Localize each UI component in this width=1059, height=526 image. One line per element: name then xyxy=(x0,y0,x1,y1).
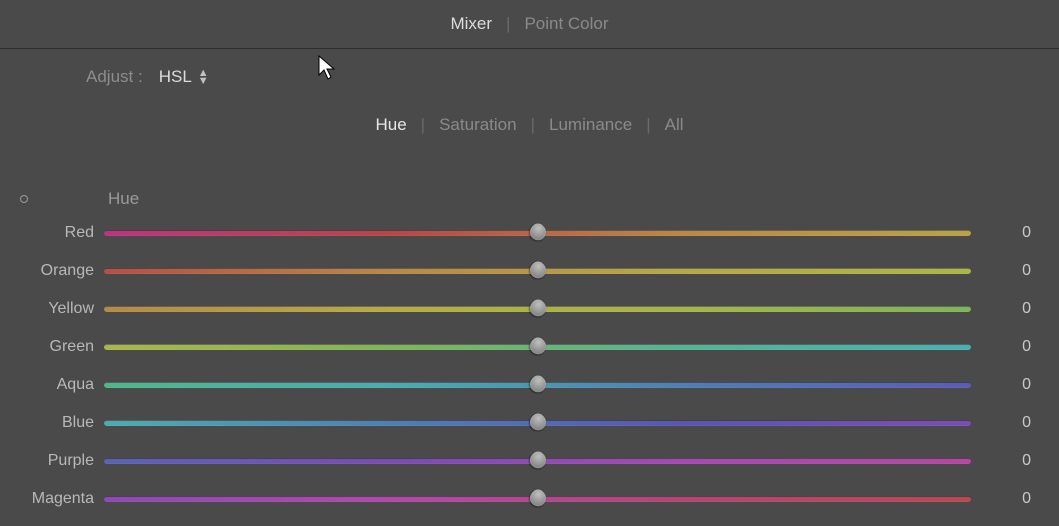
slider-label: Blue xyxy=(0,414,104,432)
slider-label: Yellow xyxy=(0,300,104,318)
adjust-label: Adjust : xyxy=(86,67,143,87)
sub-tabs: Hue | Saturation | Luminance | All xyxy=(0,105,1059,145)
slider-label: Magenta xyxy=(0,490,104,508)
slider-track[interactable] xyxy=(104,268,971,274)
slider-row-magenta: Magenta 0 xyxy=(0,489,1031,509)
slider-row-aqua: Aqua 0 xyxy=(0,375,1031,395)
slider-handle[interactable] xyxy=(526,411,549,434)
slider-track[interactable] xyxy=(104,230,971,236)
tab-separator: | xyxy=(421,115,425,135)
slider-handle[interactable] xyxy=(526,373,549,396)
section-title: Hue xyxy=(108,189,139,209)
slider-track[interactable] xyxy=(104,382,971,388)
tab-separator: | xyxy=(531,115,535,135)
slider-label: Red xyxy=(0,224,104,242)
adjust-dropdown[interactable]: HSL ▲▼ xyxy=(159,67,209,87)
slider-value[interactable]: 0 xyxy=(971,376,1031,394)
subtab-luminance[interactable]: Luminance xyxy=(549,115,632,135)
slider-value[interactable]: 0 xyxy=(971,300,1031,318)
slider-value[interactable]: 0 xyxy=(971,262,1031,280)
subtab-hue[interactable]: Hue xyxy=(375,115,406,135)
slider-handle[interactable] xyxy=(526,487,549,510)
slider-handle[interactable] xyxy=(526,259,549,282)
slider-value[interactable]: 0 xyxy=(971,338,1031,356)
tab-point-color[interactable]: Point Color xyxy=(524,14,608,34)
slider-label: Aqua xyxy=(0,376,104,394)
slider-handle[interactable] xyxy=(526,297,549,320)
slider-track[interactable] xyxy=(104,344,971,350)
slider-group: Red0Orange0Yellow0Green0Aqua0Blue0Purple… xyxy=(0,213,1059,509)
slider-label: Purple xyxy=(0,452,104,470)
slider-label: Green xyxy=(0,338,104,356)
chevron-updown-icon: ▲▼ xyxy=(198,69,209,85)
slider-track[interactable] xyxy=(104,306,971,312)
adjust-value: HSL xyxy=(159,67,192,87)
top-tabs: Mixer | Point Color xyxy=(0,0,1059,49)
section-header: Hue xyxy=(0,185,1059,213)
slider-value[interactable]: 0 xyxy=(971,414,1031,432)
slider-track[interactable] xyxy=(104,458,971,464)
subtab-saturation[interactable]: Saturation xyxy=(439,115,517,135)
slider-handle[interactable] xyxy=(526,335,549,358)
tab-mixer[interactable]: Mixer xyxy=(450,14,492,34)
slider-value[interactable]: 0 xyxy=(971,490,1031,508)
slider-handle[interactable] xyxy=(526,221,549,244)
targeted-adjustment-icon[interactable] xyxy=(20,195,28,203)
subtab-all[interactable]: All xyxy=(665,115,684,135)
slider-track[interactable] xyxy=(104,496,971,502)
slider-row-blue: Blue 0 xyxy=(0,413,1031,433)
slider-value[interactable]: 0 xyxy=(971,224,1031,242)
slider-row-yellow: Yellow 0 xyxy=(0,299,1031,319)
slider-handle[interactable] xyxy=(526,449,549,472)
slider-value[interactable]: 0 xyxy=(971,452,1031,470)
adjust-row: Adjust : HSL ▲▼ xyxy=(0,49,1059,105)
slider-track[interactable] xyxy=(104,420,971,426)
tab-separator: | xyxy=(506,14,510,34)
slider-row-red: Red 0 xyxy=(0,223,1031,243)
slider-row-purple: Purple 0 xyxy=(0,451,1031,471)
slider-label: Orange xyxy=(0,262,104,280)
tab-separator: | xyxy=(646,115,650,135)
slider-row-green: Green 0 xyxy=(0,337,1031,357)
slider-row-orange: Orange 0 xyxy=(0,261,1031,281)
